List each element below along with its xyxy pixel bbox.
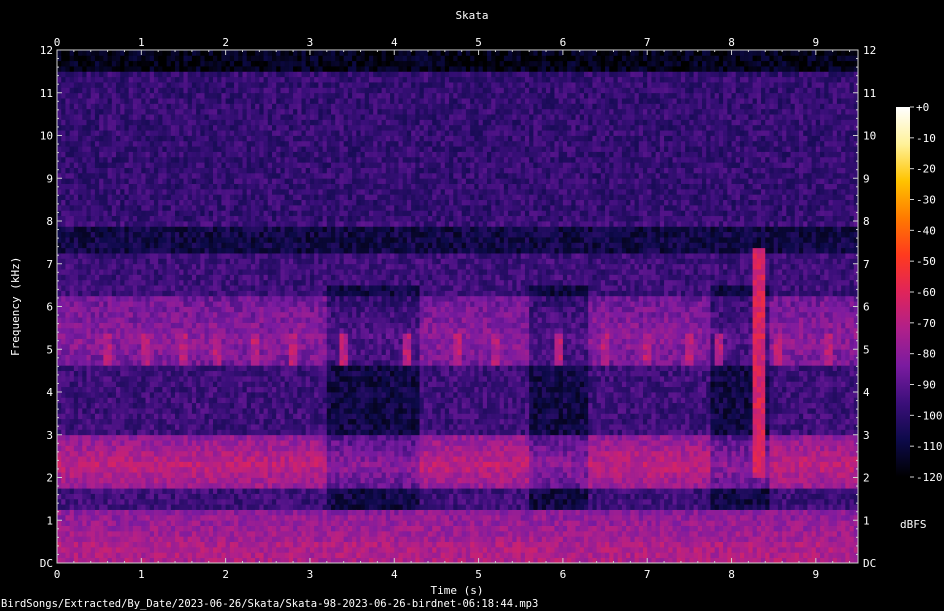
x-tick-label: 1 — [138, 568, 145, 581]
x-tick-label-top: 4 — [391, 36, 398, 49]
y-tick-label-right: 7 — [863, 258, 870, 271]
y-tick-label: 7 — [46, 258, 53, 271]
y-tick-label: 1 — [46, 514, 53, 527]
x-tick-label-top: 6 — [560, 36, 567, 49]
y-tick-label: DC — [40, 557, 53, 570]
colorbar-tick-label: -120 — [916, 471, 943, 484]
file-path-footer: BirdSongs/Extracted/By_Date/2023-06-26/S… — [1, 598, 539, 610]
x-tick-label: 6 — [560, 568, 567, 581]
y-tick-label-right: 12 — [863, 44, 876, 57]
colorbar-tick-label: -20 — [916, 163, 936, 176]
x-tick-label-top: 3 — [307, 36, 314, 49]
colorbar-tick-label: -70 — [916, 317, 936, 330]
x-tick-label-top: 8 — [728, 36, 735, 49]
x-tick-label: 3 — [307, 568, 314, 581]
x-tick-label-top: 7 — [644, 36, 651, 49]
y-tick-label: 5 — [46, 343, 53, 356]
y-tick-label: 4 — [46, 386, 53, 399]
y-tick-label-right: 5 — [863, 343, 870, 356]
colorbar-axis: +0 -10 -20 -30 -40 -50 -60 -70 -80 -90 -100 -110 -12… — [910, 101, 943, 484]
y-tick-label-right: 9 — [863, 172, 870, 185]
y-tick-label-right: 10 — [863, 130, 876, 143]
x-tick-label-top: 9 — [813, 36, 820, 49]
y-tick-label: 6 — [46, 301, 53, 314]
chart-title: Skata — [455, 9, 489, 22]
y-tick-label-right: 8 — [863, 215, 870, 228]
colorbar-tick-label: -40 — [916, 224, 936, 237]
colorbar-tick-label: +0 — [916, 101, 929, 114]
y-tick-label: 8 — [46, 215, 53, 228]
y-axis-label: Frequency (kHz) — [9, 256, 22, 356]
colorbar-tick-label: -100 — [916, 409, 943, 422]
x-tick-label: 8 — [728, 568, 735, 581]
x-tick-label-top: 5 — [475, 36, 482, 49]
x-axis-label: Time (s) — [430, 584, 484, 597]
colorbar-tick-label: -110 — [916, 440, 943, 453]
y-tick-label: 9 — [46, 172, 53, 185]
colorbar-tick-label: -10 — [916, 132, 936, 145]
y-tick-label-right: 6 — [863, 301, 870, 314]
colorbar-tick-label: -30 — [916, 194, 936, 207]
x-tick-label: 7 — [644, 568, 651, 581]
y-tick-label-right: 2 — [863, 472, 870, 485]
colorbar-tick-label: -80 — [916, 348, 936, 361]
y-tick-label: 11 — [40, 87, 53, 100]
y-tick-label: 12 — [40, 44, 53, 57]
x-tick-label: 4 — [391, 568, 398, 581]
x-tick-label: 0 — [54, 568, 61, 581]
spectrogram-cells — [57, 50, 859, 564]
x-tick-label: 5 — [475, 568, 482, 581]
x-tick-label: 9 — [813, 568, 820, 581]
x-tick-label-top: 1 — [138, 36, 145, 49]
y-tick-label: 3 — [46, 429, 53, 442]
x-tick-label: 2 — [222, 568, 229, 581]
y-tick-label-right: 3 — [863, 429, 870, 442]
colorbar-tick-label: -90 — [916, 379, 936, 392]
spectrogram-chart: 00112233445566778899 DC DC1 12 23 34 45 56 67 78… — [40, 36, 943, 581]
y-tick-label-right: 11 — [863, 87, 876, 100]
colorbar-unit-label: dBFS — [900, 518, 927, 531]
colorbar-tick-label: -60 — [916, 286, 936, 299]
y-tick-label-right: DC — [863, 557, 876, 570]
x-tick-label-top: 0 — [54, 36, 61, 49]
colorbar-tick-label: -50 — [916, 255, 936, 268]
y-tick-label-right: 1 — [863, 514, 870, 527]
y-tick-label-right: 4 — [863, 386, 870, 399]
x-tick-label-top: 2 — [222, 36, 229, 49]
y-tick-label: 2 — [46, 472, 53, 485]
colorbar — [896, 107, 910, 477]
y-tick-label: 10 — [40, 130, 53, 143]
